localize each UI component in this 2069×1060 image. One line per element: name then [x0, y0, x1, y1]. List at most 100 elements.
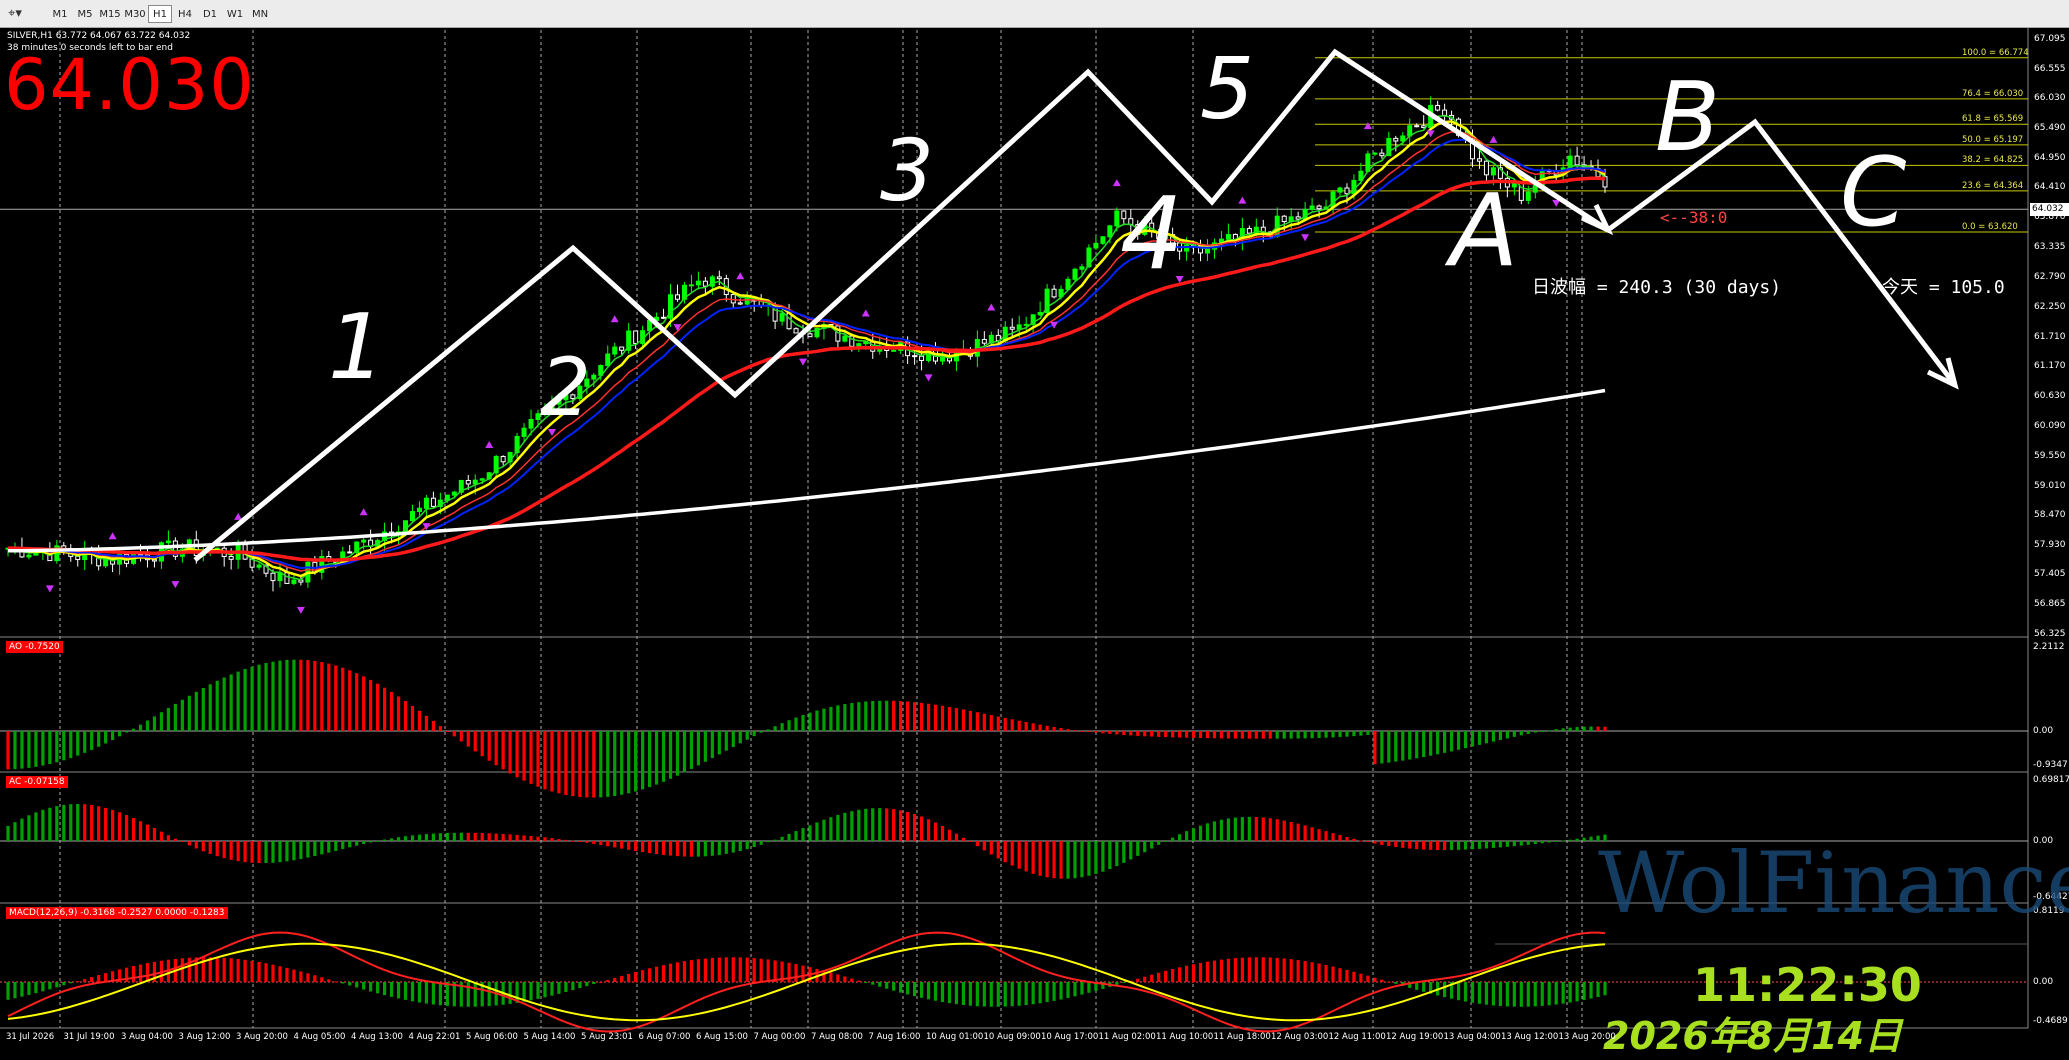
macd-histogram-bar	[759, 958, 763, 982]
macd-histogram-bar	[27, 982, 31, 995]
ao-histogram-bar	[431, 720, 436, 731]
candle-body	[1372, 152, 1378, 155]
ao-histogram-bar	[320, 662, 324, 731]
ac-histogram-bar	[954, 833, 959, 841]
ac-histogram-bar	[1066, 841, 1070, 879]
macd-histogram-bar	[62, 982, 66, 986]
candle-body	[291, 579, 297, 584]
fib-price: = 63.620	[1975, 221, 2018, 232]
ac-histogram-bar	[1338, 835, 1342, 841]
ao-histogram-bar	[961, 709, 966, 731]
macd-histogram-bar	[1443, 982, 1447, 998]
price-axis-label: 59.010	[2034, 480, 2066, 491]
ao-histogram-bar	[724, 731, 728, 751]
ac-histogram-bar	[1129, 841, 1133, 860]
ac-histogram-bar	[1463, 841, 1468, 850]
ac-histogram-bar	[1401, 841, 1405, 848]
timeframe-m5[interactable]: M5	[73, 5, 97, 23]
macd-histogram-bar	[1087, 982, 1091, 993]
ao-histogram-bar	[445, 731, 449, 732]
ao-histogram-bar	[69, 731, 73, 759]
macd-histogram-bar	[1394, 982, 1398, 984]
ac-histogram-bar	[850, 811, 854, 841]
timeframe-m30[interactable]: M30	[123, 5, 147, 23]
macd-histogram-bar	[13, 982, 17, 999]
time-axis-label: 3 Aug 20:00	[236, 1032, 288, 1042]
macd-axis-zero: 0.00	[2033, 977, 2054, 987]
timeframe-mn[interactable]: MN	[248, 5, 272, 23]
ao-histogram-bar	[892, 700, 896, 731]
macd-histogram-bar	[641, 970, 645, 982]
ac-histogram-bar	[355, 841, 359, 846]
crosshair-icon[interactable]: ⌖▾	[4, 5, 26, 23]
macd-histogram-bar	[424, 982, 429, 1004]
macd-histogram-bar	[829, 972, 833, 982]
macd-histogram-bar	[871, 982, 875, 985]
macd-histogram-bar	[1233, 958, 1237, 982]
ac-histogram-bar	[766, 841, 770, 843]
ac-histogram-bar	[299, 841, 303, 860]
ao-histogram-bar	[808, 712, 812, 731]
ao-histogram-bar	[27, 731, 31, 768]
ao-histogram-bar	[410, 705, 415, 731]
price-axis-label: 65.490	[2034, 122, 2066, 133]
macd-histogram-bar	[766, 959, 770, 982]
ao-histogram-bar	[654, 731, 659, 785]
fib-percent: 76.4	[1962, 88, 1981, 99]
candle-body	[1476, 158, 1482, 162]
ao-histogram-bar	[661, 731, 666, 782]
timeframe-w1[interactable]: W1	[223, 5, 247, 23]
macd-histogram-bar	[355, 982, 359, 988]
ao-histogram-bar	[1352, 731, 1356, 737]
price-axis-label: 62.790	[2034, 271, 2066, 282]
ac-histogram-bar	[1443, 841, 1447, 851]
time-axis-label: 5 Aug 23:01	[581, 1032, 633, 1042]
ao-histogram-bar	[173, 703, 177, 731]
ac-histogram-bar	[1436, 841, 1440, 850]
ao-histogram-bar	[187, 695, 191, 731]
macd-histogram-bar	[1596, 982, 1600, 997]
macd-histogram-bar	[1052, 982, 1056, 1001]
ac-histogram-bar	[1415, 841, 1419, 850]
ao-histogram-bar	[1045, 725, 1049, 731]
ac-histogram-bar	[1575, 838, 1579, 841]
ao-histogram-bar	[250, 666, 254, 731]
macd-histogram-bar	[145, 963, 150, 982]
timeframe-h4[interactable]: H4	[173, 5, 197, 23]
ao-histogram-bar	[90, 731, 94, 750]
fib-price: = 66.030	[1980, 88, 2024, 99]
ac-histogram-bar	[327, 841, 331, 853]
ao-histogram-bar	[1191, 731, 1196, 738]
macd-histogram-bar	[1547, 982, 1551, 1006]
ac-histogram-bar	[634, 841, 638, 851]
candle-body	[730, 294, 736, 304]
ac-histogram-bar	[919, 816, 924, 841]
macd-histogram-bar	[1268, 957, 1272, 982]
ao-histogram-bar	[787, 720, 791, 731]
time-axis-label: 5 Aug 06:00	[466, 1032, 518, 1042]
macd-histogram-bar	[696, 959, 701, 982]
ac-label: AC -0.07158	[6, 776, 68, 788]
ao-histogram-bar	[215, 680, 219, 731]
macd-histogram-bar	[661, 965, 666, 982]
macd-histogram-bar	[1226, 958, 1231, 982]
ao-histogram-bar	[536, 731, 540, 787]
macd-histogram-bar	[1171, 969, 1175, 982]
timeframe-h1[interactable]: H1	[148, 5, 172, 23]
ac-histogram-bar	[543, 837, 547, 841]
ao-histogram-bar	[829, 706, 833, 731]
timeframe-m15[interactable]: M15	[98, 5, 122, 23]
timeframe-d1[interactable]: D1	[198, 5, 222, 23]
ac-histogram-bar	[1164, 841, 1168, 842]
ac-histogram-bar	[369, 841, 373, 843]
macd-histogram-bar	[578, 982, 582, 989]
ao-histogram-bar	[641, 731, 645, 790]
timeframe-m1[interactable]: M1	[48, 5, 72, 23]
ac-histogram-bar	[501, 833, 505, 841]
ao-histogram-bar	[1310, 731, 1314, 739]
candle-body	[500, 455, 506, 463]
ac-histogram-bar	[278, 841, 282, 863]
ao-histogram-bar	[278, 660, 282, 731]
ao-histogram-bar	[1017, 720, 1021, 731]
ac-histogram-bar	[1540, 841, 1544, 844]
